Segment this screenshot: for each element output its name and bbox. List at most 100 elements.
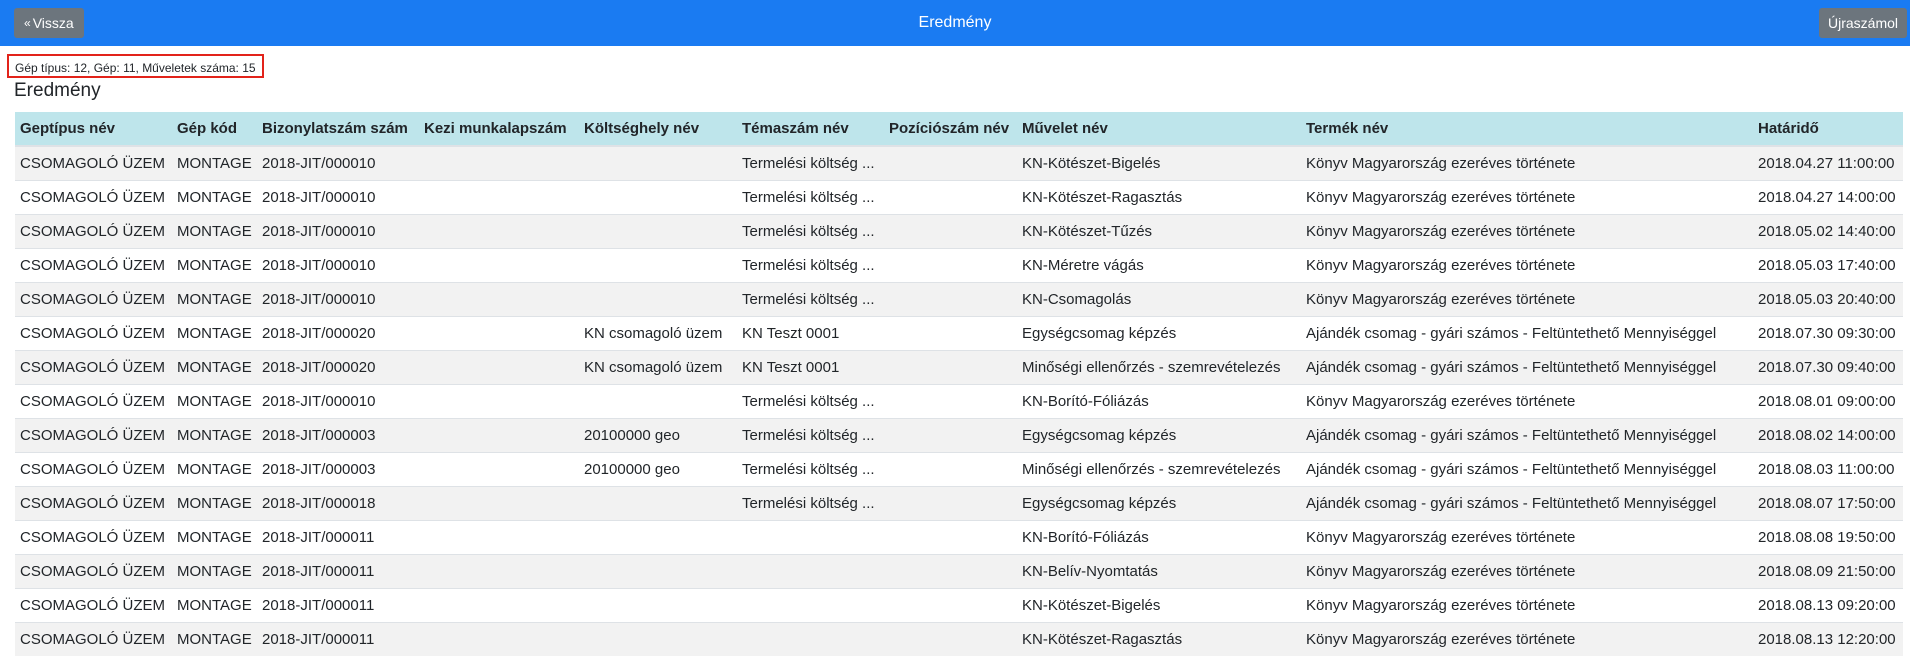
table-row[interactable]: CSOMAGOLÓ ÜZEMMONTAGE2018-JIT/000010Term…	[15, 181, 1903, 215]
table-cell: Egységcsomag képzés	[1017, 317, 1301, 351]
column-header[interactable]: Témaszám név	[737, 112, 884, 146]
table-cell: 2018-JIT/000011	[257, 521, 419, 555]
table-cell: 2018.05.02 14:40:00	[1753, 215, 1903, 249]
table-cell	[579, 623, 737, 656]
table-cell: 2018-JIT/000011	[257, 589, 419, 623]
recalculate-button[interactable]: Újraszámol	[1819, 8, 1907, 38]
table-cell: Termelési költség ...	[737, 453, 884, 487]
column-header[interactable]: Termék név	[1301, 112, 1753, 146]
table-cell: CSOMAGOLÓ ÜZEM	[15, 521, 172, 555]
column-header[interactable]: Bizonylatszám szám	[257, 112, 419, 146]
table-row[interactable]: CSOMAGOLÓ ÜZEMMONTAGE2018-JIT/0000032010…	[15, 419, 1903, 453]
table-cell: Termelési költség ...	[737, 249, 884, 283]
table-cell: MONTAGE	[172, 146, 257, 181]
results-table: Geptípus névGép kódBizonylatszám számKez…	[15, 112, 1903, 656]
table-cell	[884, 283, 1017, 317]
table-cell: Termelési költség ...	[737, 215, 884, 249]
table-cell: 2018-JIT/000020	[257, 317, 419, 351]
table-cell: 2018-JIT/000011	[257, 623, 419, 656]
table-cell: CSOMAGOLÓ ÜZEM	[15, 555, 172, 589]
table-cell: KN-Kötészet-Ragasztás	[1017, 623, 1301, 656]
table-cell: 20100000 geo	[579, 419, 737, 453]
table-cell	[419, 215, 579, 249]
top-navbar: « Vissza Eredmény Újraszámol	[0, 0, 1910, 46]
table-cell: 2018.04.27 11:00:00	[1753, 146, 1903, 181]
table-cell: MONTAGE	[172, 555, 257, 589]
table-cell	[884, 215, 1017, 249]
table-row[interactable]: CSOMAGOLÓ ÜZEMMONTAGE2018-JIT/000011KN-K…	[15, 589, 1903, 623]
table-cell	[579, 521, 737, 555]
table-row[interactable]: CSOMAGOLÓ ÜZEMMONTAGE2018-JIT/000011 KN-B…	[15, 555, 1903, 589]
summary-info: Gép típus: 12, Gép: 11, Műveletek száma:…	[7, 54, 264, 78]
table-row[interactable]: CSOMAGOLÓ ÜZEMMONTAGE2018-JIT/000020KN c…	[15, 317, 1903, 351]
table-cell: KN-Belív-Nyomtatás	[1017, 555, 1301, 589]
column-header[interactable]: Határidő	[1753, 112, 1903, 146]
table-row[interactable]: CSOMAGOLÓ ÜZEMMONTAGE2018-JIT/000011KN-K…	[15, 623, 1903, 656]
table-row[interactable]: CSOMAGOLÓ ÜZEMMONTAGE2018-JIT/000010Term…	[15, 283, 1903, 317]
table-cell	[419, 555, 579, 589]
table-cell: Könyv Magyarország ezeréves története	[1301, 385, 1753, 419]
table-cell	[419, 589, 579, 623]
table-cell	[579, 487, 737, 521]
table-cell: 2018.08.02 14:00:00	[1753, 419, 1903, 453]
table-cell: CSOMAGOLÓ ÜZEM	[15, 453, 172, 487]
table-cell	[884, 181, 1017, 215]
table-cell: Ajándék csomag - gyári számos - Feltünte…	[1301, 317, 1753, 351]
table-cell: Könyv Magyarország ezeréves története	[1301, 521, 1753, 555]
table-cell: Könyv Magyarország ezeréves története	[1301, 589, 1753, 623]
table-cell: 2018-JIT/000011	[257, 555, 419, 589]
table-cell: MONTAGE	[172, 351, 257, 385]
table-cell: 2018.08.01 09:00:00	[1753, 385, 1903, 419]
table-cell: 2018-JIT/000018	[257, 487, 419, 521]
table-cell	[884, 589, 1017, 623]
result-heading: Eredmény	[14, 80, 101, 102]
table-cell	[737, 555, 884, 589]
table-cell: MONTAGE	[172, 385, 257, 419]
table-cell: Könyv Magyarország ezeréves története	[1301, 623, 1753, 656]
table-row[interactable]: CSOMAGOLÓ ÜZEMMONTAGE2018-JIT/000020KN c…	[15, 351, 1903, 385]
table-cell	[579, 385, 737, 419]
table-row[interactable]: CSOMAGOLÓ ÜZEMMONTAGE2018-JIT/000010Term…	[15, 385, 1903, 419]
table-cell	[884, 623, 1017, 656]
column-header[interactable]: Művelet név	[1017, 112, 1301, 146]
table-cell: 2018-JIT/000003	[257, 453, 419, 487]
column-header[interactable]: Kezi munkalapszám	[419, 112, 579, 146]
table-cell: KN-Méretre vágás	[1017, 249, 1301, 283]
table-cell: 2018-JIT/000020	[257, 351, 419, 385]
table-cell: 2018.08.13 09:20:00	[1753, 589, 1903, 623]
table-row[interactable]: CSOMAGOLÓ ÜZEMMONTAGE2018-JIT/000018Term…	[15, 487, 1903, 521]
table-cell: CSOMAGOLÓ ÜZEM	[15, 215, 172, 249]
table-cell: MONTAGE	[172, 181, 257, 215]
column-header[interactable]: Gép kód	[172, 112, 257, 146]
table-row[interactable]: CSOMAGOLÓ ÜZEMMONTAGE2018-JIT/000010Term…	[15, 215, 1903, 249]
table-cell: KN csomagoló üzem	[579, 317, 737, 351]
table-cell	[419, 146, 579, 181]
table-cell: Könyv Magyarország ezeréves története	[1301, 283, 1753, 317]
table-cell: CSOMAGOLÓ ÜZEM	[15, 146, 172, 181]
table-cell: CSOMAGOLÓ ÜZEM	[15, 181, 172, 215]
table-cell: KN-Borító-Fóliázás	[1017, 521, 1301, 555]
table-row[interactable]: CSOMAGOLÓ ÜZEMMONTAGE2018-JIT/000010Term…	[15, 249, 1903, 283]
table-cell: 2018.05.03 20:40:00	[1753, 283, 1903, 317]
table-cell: Termelési költség ...	[737, 487, 884, 521]
table-cell: CSOMAGOLÓ ÜZEM	[15, 623, 172, 656]
table-cell	[419, 521, 579, 555]
table-cell: CSOMAGOLÓ ÜZEM	[15, 589, 172, 623]
table-cell: Ajándék csomag - gyári számos - Feltünte…	[1301, 453, 1753, 487]
column-header[interactable]: Geptípus név	[15, 112, 172, 146]
table-cell	[419, 249, 579, 283]
table-row[interactable]: CSOMAGOLÓ ÜZEMMONTAGE2018-JIT/000010Term…	[15, 146, 1903, 181]
table-cell: Egységcsomag képzés	[1017, 419, 1301, 453]
table-cell	[419, 453, 579, 487]
table-row[interactable]: CSOMAGOLÓ ÜZEMMONTAGE2018-JIT/000011KN-B…	[15, 521, 1903, 555]
column-header[interactable]: Pozíciószám név	[884, 112, 1017, 146]
column-header[interactable]: Költséghely név	[579, 112, 737, 146]
table-cell: 2018.04.27 14:00:00	[1753, 181, 1903, 215]
table-cell	[579, 146, 737, 181]
table-cell	[884, 385, 1017, 419]
table-cell: MONTAGE	[172, 419, 257, 453]
table-cell: 2018.08.13 12:20:00	[1753, 623, 1903, 656]
table-cell: Ajándék csomag - gyári számos - Feltünte…	[1301, 487, 1753, 521]
table-cell: Termelési költség ...	[737, 419, 884, 453]
table-row[interactable]: CSOMAGOLÓ ÜZEMMONTAGE2018-JIT/0000032010…	[15, 453, 1903, 487]
